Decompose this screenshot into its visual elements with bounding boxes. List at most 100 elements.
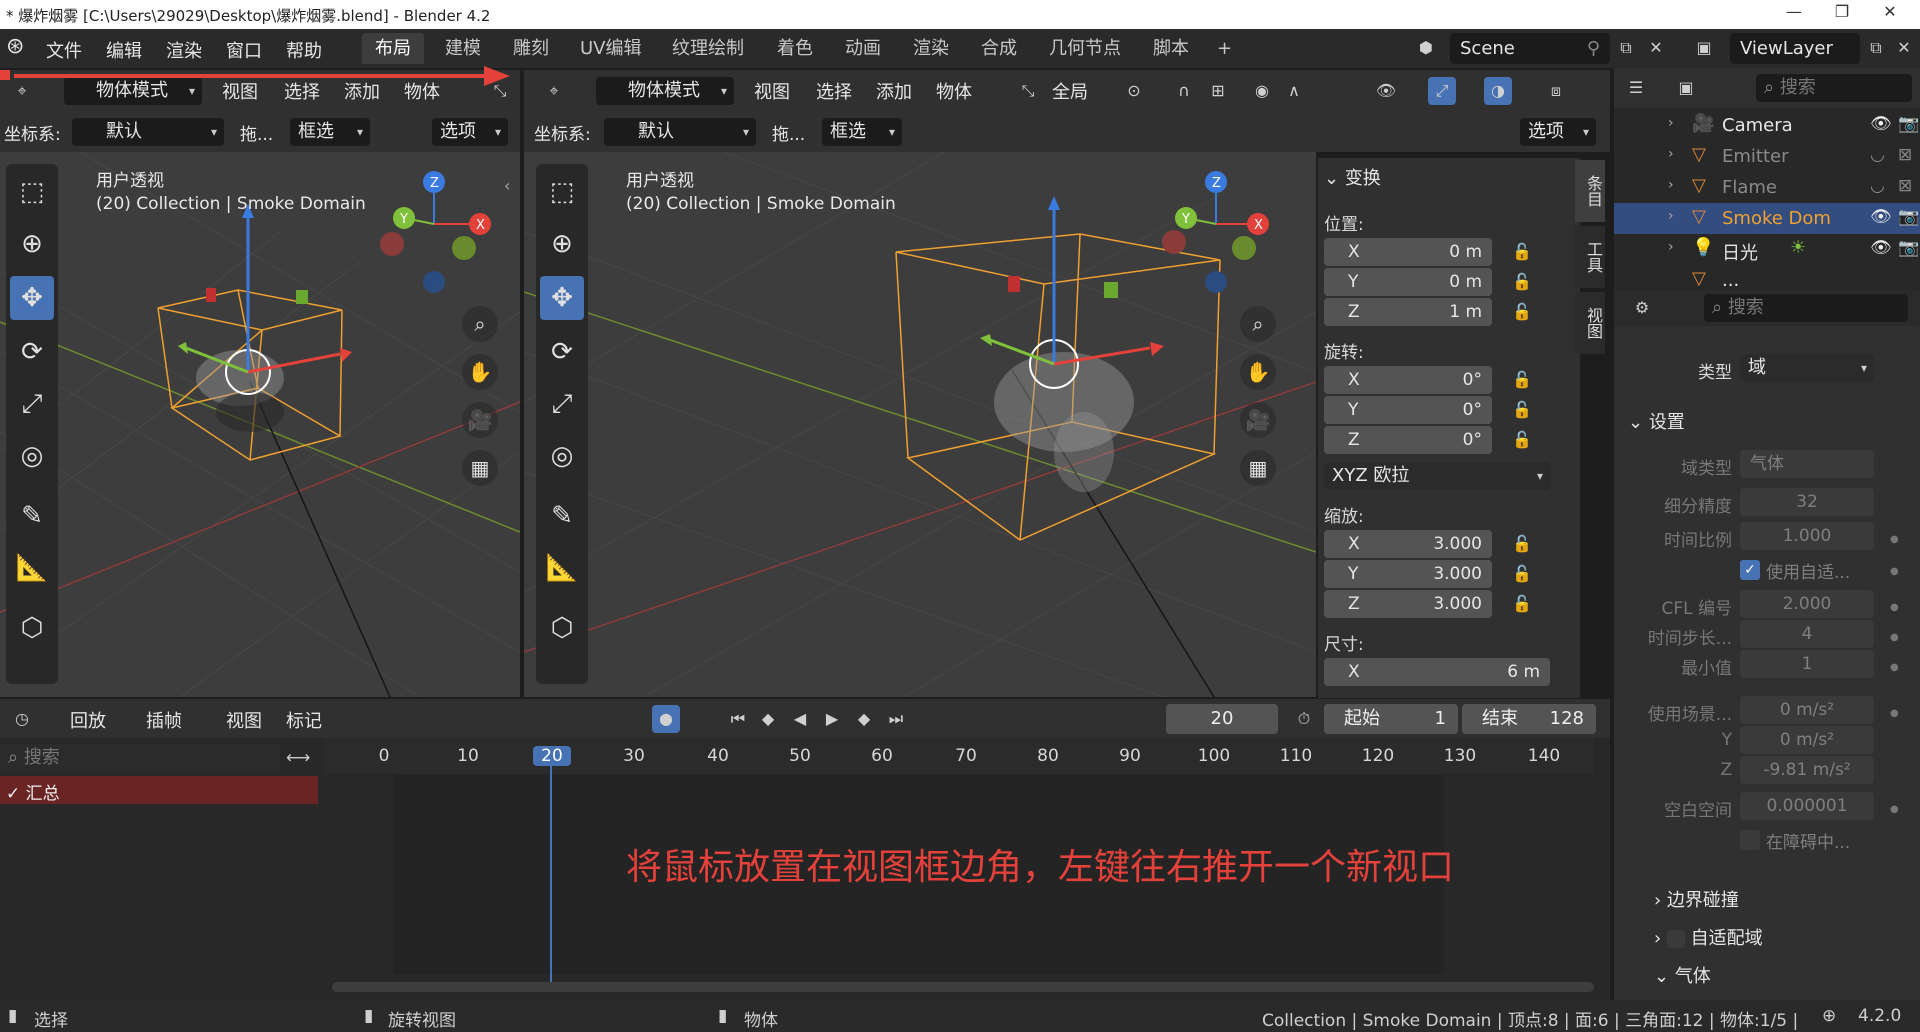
- channel-search[interactable]: ⌕ 搜索: [0, 744, 280, 772]
- keying-menu[interactable]: 插帧: [146, 707, 182, 733]
- timeline-body[interactable]: ⌕ 搜索 ⟷ ✓ 汇总 0 10 20 30 40 50 60 70 80 90…: [0, 738, 1610, 1000]
- right-gizmo-y-arrow[interactable]: [989, 338, 1055, 366]
- tab-tool[interactable]: 工具: [1575, 226, 1605, 288]
- right-mode-dropdown[interactable]: 物体模式 ▾: [596, 77, 734, 105]
- keyframe-dot-icon[interactable]: ●: [1890, 602, 1899, 613]
- play-icon[interactable]: ▶: [818, 705, 846, 733]
- domain-type-dropdown[interactable]: 气体: [1740, 450, 1874, 478]
- right-options-dropdown[interactable]: 选项 ▾: [1520, 118, 1596, 146]
- rotation-x-field[interactable]: X 0°: [1324, 366, 1492, 394]
- zoom-icon[interactable]: ⌕: [462, 306, 498, 342]
- new-view-layer-icon[interactable]: ⧉: [1862, 34, 1890, 62]
- frame-ruler[interactable]: 0 10 20 30 40 50 60 70 80 90 100 110 120…: [324, 738, 1594, 774]
- rotation-z-field[interactable]: Z 0°: [1324, 426, 1492, 454]
- pan-hand-icon[interactable]: ✋: [462, 354, 498, 390]
- scale-y-field[interactable]: Y 3.000: [1324, 560, 1492, 588]
- render-camera-icon[interactable]: 📷: [1898, 114, 1919, 134]
- annotate-tool-icon[interactable]: ✎: [10, 494, 54, 538]
- measure-tool-icon[interactable]: 📐: [540, 546, 584, 590]
- eye-icon[interactable]: 👁: [1870, 114, 1892, 134]
- tab-compositing[interactable]: 合成: [968, 33, 1030, 64]
- expand-arrow-icon[interactable]: ›: [1668, 208, 1674, 224]
- gravity-z-field[interactable]: -9.81 m/s²: [1740, 756, 1874, 784]
- lock-icon[interactable]: 🔓: [1512, 564, 1532, 583]
- scene-selector[interactable]: Scene ⚲: [1450, 33, 1610, 64]
- pin-icon[interactable]: ⚲: [1587, 33, 1600, 64]
- tab-item[interactable]: 条目: [1575, 160, 1605, 222]
- menu-render[interactable]: 渲染: [166, 37, 202, 63]
- tab-shading[interactable]: 着色: [764, 33, 826, 64]
- display-mode-icon[interactable]: ▣: [1672, 74, 1700, 102]
- delete-scene-icon[interactable]: ✕: [1642, 34, 1670, 62]
- snap-icon[interactable]: ∩: [1170, 77, 1198, 105]
- tab-view[interactable]: 视图: [1575, 292, 1605, 354]
- left-gizmo-plane-x[interactable]: [206, 288, 216, 302]
- menu-file[interactable]: 文件: [46, 37, 82, 63]
- expand-arrow-icon[interactable]: ›: [1668, 115, 1674, 131]
- cfl-field[interactable]: 2.000: [1740, 590, 1874, 618]
- lock-icon[interactable]: 🔓: [1512, 272, 1532, 291]
- lock-icon[interactable]: 🔓: [1512, 302, 1532, 321]
- render-disabled-icon[interactable]: ⊠: [1898, 176, 1912, 196]
- keyframe-dot-icon[interactable]: ●: [1890, 804, 1899, 815]
- orientation-icon[interactable]: ⤡: [1014, 77, 1042, 105]
- right-menu-select[interactable]: 选择: [816, 78, 852, 104]
- empty-space-field[interactable]: 0.000001: [1740, 792, 1874, 820]
- visibility-icon[interactable]: 👁: [1372, 77, 1400, 105]
- properties-search[interactable]: ⌕ 搜索: [1704, 294, 1908, 322]
- tab-geometry-nodes[interactable]: 几何节点: [1036, 33, 1134, 64]
- adaptive-domain-section[interactable]: › 自适配域: [1654, 924, 1763, 950]
- add-cube-tool-icon[interactable]: ⬡: [540, 606, 584, 650]
- zoom-icon[interactable]: ⌕: [1240, 306, 1276, 342]
- outliner-row-selected[interactable]: › ▽ Smoke Dom 👁 📷: [1614, 203, 1920, 234]
- snap-target-icon[interactable]: ⊞: [1204, 77, 1232, 105]
- timeline-editor-icon[interactable]: ◷: [8, 705, 36, 733]
- left-gizmo-plane-y[interactable]: [296, 290, 308, 304]
- delete-view-layer-icon[interactable]: ✕: [1890, 34, 1918, 62]
- maximize-button[interactable]: ❐: [1822, 2, 1862, 26]
- keyframe-dot-icon[interactable]: ●: [1890, 708, 1899, 719]
- tab-scripting[interactable]: 脚本: [1140, 33, 1202, 64]
- lock-icon[interactable]: 🔓: [1512, 594, 1532, 613]
- scale-z-field[interactable]: Z 3.000: [1324, 590, 1492, 618]
- transform-tool-icon[interactable]: ◎: [10, 434, 54, 478]
- outliner-row[interactable]: › 💡 日光 ☀ 👁 📷: [1614, 234, 1920, 265]
- falloff-icon[interactable]: ∧: [1280, 77, 1308, 105]
- right-3d-viewport[interactable]: Z X Y 用户透视 (20) Collection | Smoke Domai…: [524, 152, 1316, 697]
- eye-closed-icon[interactable]: ◡: [1870, 145, 1885, 165]
- min-field[interactable]: 1: [1740, 650, 1874, 678]
- right-navigation-gizmo[interactable]: Z X Y: [1162, 171, 1269, 293]
- menu-help[interactable]: 帮助: [286, 37, 322, 63]
- lock-icon[interactable]: 🔓: [1512, 534, 1532, 553]
- auto-keying-icon[interactable]: ●: [652, 705, 680, 733]
- scale-tool-icon[interactable]: ⤢: [10, 382, 54, 426]
- blender-logo-icon[interactable]: ⊛: [6, 34, 24, 59]
- outliner-row[interactable]: › ▽ Emitter ◡ ⊠: [1614, 141, 1920, 172]
- editor-type-icon[interactable]: ⌖: [540, 77, 568, 105]
- collapse-sidebar-icon[interactable]: ‹: [504, 176, 510, 195]
- select-box-tool-icon[interactable]: ⬚: [540, 170, 584, 214]
- right-coord-dropdown[interactable]: 默认 ▾: [604, 118, 756, 146]
- expand-arrow-icon[interactable]: ›: [1668, 239, 1674, 255]
- new-scene-icon[interactable]: ⧉: [1612, 34, 1640, 62]
- rotate-tool-icon[interactable]: ⟳: [10, 330, 54, 374]
- outliner-row[interactable]: ▽ ...: [1614, 265, 1920, 290]
- start-frame-field[interactable]: 起始 1: [1324, 704, 1458, 734]
- outliner-search[interactable]: ⌕ 搜索: [1756, 74, 1912, 102]
- gas-section[interactable]: ⌄ 气体: [1654, 962, 1711, 988]
- right-gizmo-plane-y[interactable]: [1104, 282, 1118, 298]
- global-dropdown[interactable]: 全局: [1052, 78, 1088, 104]
- location-z-field[interactable]: Z 1 m: [1324, 298, 1492, 326]
- menu-edit[interactable]: 编辑: [106, 37, 142, 63]
- gravity-y-field[interactable]: 0 m/s²: [1740, 726, 1874, 754]
- gizmo-toggle-icon[interactable]: ⤢: [1428, 77, 1456, 105]
- camera-view-icon[interactable]: 🎥: [1240, 402, 1276, 438]
- location-y-field[interactable]: Y 0 m: [1324, 268, 1492, 296]
- right-select-mode-dropdown[interactable]: 框选 ▾: [822, 118, 902, 146]
- right-drag-label[interactable]: 拖...: [772, 120, 805, 145]
- lock-icon[interactable]: 🔓: [1512, 242, 1532, 261]
- left-drag-label[interactable]: 拖...: [240, 120, 273, 145]
- left-coord-dropdown[interactable]: 默认 ▾: [72, 118, 224, 146]
- prev-keyframe-icon[interactable]: ◆: [754, 705, 782, 733]
- right-gizmo-plane-x[interactable]: [1008, 276, 1020, 292]
